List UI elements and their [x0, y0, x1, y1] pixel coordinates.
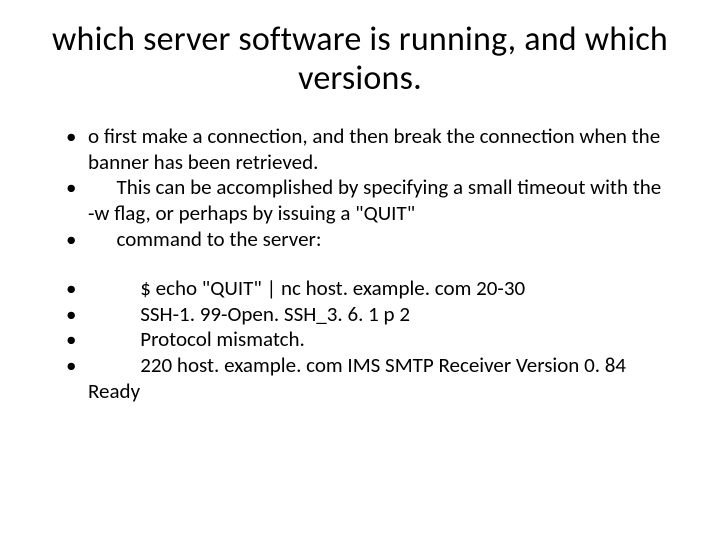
bullet-text: This can be accomplished by specifying a…: [88, 174, 666, 226]
bullet-text: Protocol mismatch.: [88, 326, 305, 352]
list-item: SSH-1. 99-Open. SSH_3. 6. 1 p 2: [50, 302, 670, 328]
spacer: [50, 252, 670, 276]
bullet-text: command to the server:: [88, 226, 321, 252]
list-item: o first make a connection, and then brea…: [50, 124, 670, 175]
list-item: $ echo "QUIT" | nc host. example. com 20…: [50, 276, 670, 302]
list-item: command to the server:: [50, 227, 670, 253]
list-item: Protocol mismatch.: [50, 327, 670, 353]
bullet-group-2: $ echo "QUIT" | nc host. example. com 20…: [50, 276, 670, 404]
slide-title: which server software is running, and wh…: [50, 20, 670, 98]
bullet-text: $ echo "QUIT" | nc host. example. com 20…: [88, 275, 525, 301]
bullet-text: SSH-1. 99-Open. SSH_3. 6. 1 p 2: [88, 301, 410, 327]
bullet-text: o first make a connection, and then brea…: [88, 123, 665, 175]
list-item: 220 host. example. com IMS SMTP Receiver…: [50, 353, 670, 404]
list-item: This can be accomplished by specifying a…: [50, 175, 670, 226]
bullet-group-1: o first make a connection, and then brea…: [50, 124, 670, 252]
bullet-text: 220 host. example. com IMS SMTP Receiver…: [88, 352, 631, 404]
